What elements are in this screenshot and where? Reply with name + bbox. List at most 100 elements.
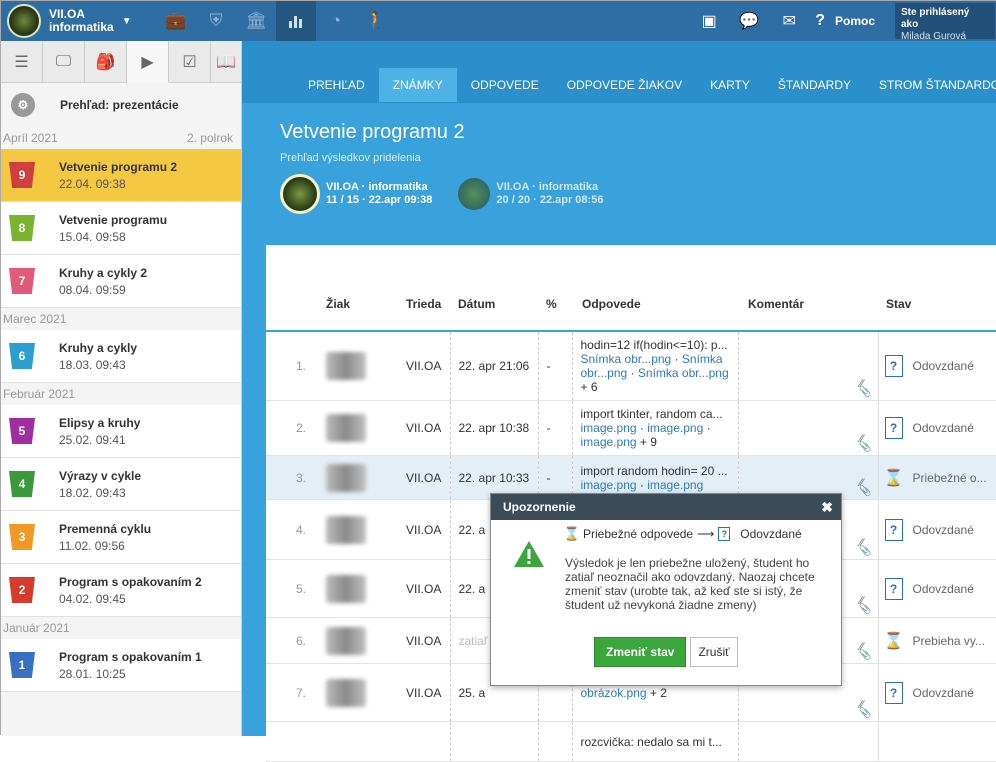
row-status[interactable]: ? Odovzdané <box>877 331 996 401</box>
sidebar-tabs: ☰ 🖵 🎒 ▶ ☑ 📖 <box>1 41 241 83</box>
backpack-icon[interactable]: 🎒 <box>85 41 127 83</box>
presentation-number-badge: 4 <box>9 471 35 497</box>
change-status-button[interactable]: Zmeniť stav <box>594 637 687 667</box>
sidebar: ☰ 🖵 🎒 ▶ ☑ 📖 ⚙ Prehľad: prezentácie Apríl… <box>1 41 242 736</box>
paperclip-icon[interactable]: 📎 <box>859 708 871 719</box>
row-status[interactable]: ? Odovzdané <box>877 559 996 618</box>
student-name-blurred[interactable] <box>326 678 366 707</box>
assignment-current[interactable]: VII.OA · informatika 11 / 15 · 22.apr 09… <box>280 174 432 214</box>
class-selector[interactable]: VII.OA informatika ▼ <box>1 1 156 41</box>
row-comment[interactable] <box>737 721 878 762</box>
tab-4[interactable]: KARTY <box>696 68 764 102</box>
row-status[interactable]: ⌛ Prebieha vy... <box>877 617 996 664</box>
presentation-item[interactable]: 3 Premenná cyklu 11.02. 09:56 <box>1 511 241 564</box>
presentation-item[interactable]: 9 Vetvenie programu 2 22.04. 09:38 <box>1 149 241 202</box>
trend-icon[interactable]: ◔ <box>316 1 356 41</box>
presentation-icon[interactable]: ▣ <box>689 11 729 31</box>
col-answers[interactable]: Odpovede <box>572 245 738 332</box>
tab-6[interactable]: STROM ŠTANDARDOV <box>865 68 996 102</box>
student-name-blurred[interactable] <box>326 352 366 380</box>
paperclip-icon[interactable]: 📎 <box>859 650 871 661</box>
cancel-button[interactable]: Zrušiť <box>690 637 738 667</box>
walking-icon[interactable]: 🚶 <box>356 1 396 41</box>
submitted-icon: ? <box>884 355 903 377</box>
chart-icon[interactable] <box>276 1 316 41</box>
monitor-check-icon[interactable]: 🖵 <box>43 41 85 83</box>
row-status[interactable] <box>877 721 996 762</box>
row-status[interactable]: ? Odovzdané <box>877 400 996 456</box>
gear-icon[interactable]: ⚙ <box>11 93 35 117</box>
row-status[interactable]: ? Odovzdané <box>877 499 996 560</box>
col-status[interactable]: Stav <box>878 245 996 332</box>
paperclip-icon[interactable]: 📎 <box>859 442 871 453</box>
tab-5[interactable]: ŠTANDARDY <box>764 68 865 102</box>
assignment-other[interactable]: VII.OA · informatika 20 / 20 · 22.apr 08… <box>458 174 603 214</box>
presentation-item[interactable]: 7 Kruhy a cykly 2 08.04. 09:59 <box>1 255 241 308</box>
row-answers[interactable]: rozcvička: nedalo sa mi t... <box>571 721 738 762</box>
attachment-link[interactable]: Snímka obr...png <box>581 352 672 366</box>
presentation-item[interactable]: 2 Program s opakovaním 2 04.02. 09:45 <box>1 564 241 617</box>
attachment-link[interactable]: Snímka obr...png <box>638 366 729 380</box>
row-comment[interactable]: ⁄⁄ 📎 <box>737 400 878 456</box>
logged-user[interactable]: Ste prihlásený ako Milada Gurová <box>895 3 995 42</box>
dialog-header: Upozornenie ✖ <box>491 494 841 520</box>
attachment-link[interactable]: image.png <box>581 435 637 449</box>
book-icon[interactable]: 📖 <box>211 41 241 83</box>
col-student[interactable]: Žiak <box>314 245 398 332</box>
student-name-blurred[interactable] <box>326 414 366 442</box>
student-name-blurred[interactable] <box>326 515 366 544</box>
presentation-item[interactable]: 6 Kruhy a cykly 18.03. 09:43 <box>1 330 241 383</box>
bank-icon[interactable]: 🏛 <box>236 1 276 41</box>
row-status[interactable]: ? Odovzdané <box>877 663 996 722</box>
col-date[interactable]: Dátum <box>450 245 538 332</box>
col-percent[interactable]: % <box>538 245 572 332</box>
table-row[interactable]: 1. VII.OA 22. apr 21:06 - hodin=12 if(ho… <box>266 331 996 401</box>
presentation-number-badge: 1 <box>9 652 35 678</box>
tab-3[interactable]: ODPOVEDE ŽIAKOV <box>553 68 696 102</box>
presentation-title: Kruhy a cykly <box>59 340 138 355</box>
presentation-item[interactable]: 1 Program s opakovaním 1 28.01. 10:25 <box>1 639 241 692</box>
close-icon[interactable]: ✖ <box>821 499 833 516</box>
table-row[interactable]: rozcvička: nedalo sa mi t... <box>266 721 996 762</box>
row-answers[interactable]: import tkinter, random ca... image.png · … <box>571 400 738 456</box>
table-row[interactable]: 2. VII.OA 22. apr 10:38 - import tkinter… <box>266 400 996 456</box>
attachment-link[interactable]: image.png <box>581 421 637 435</box>
presentation-item[interactable]: 5 Elipsy a kruhy 25.02. 09:41 <box>1 405 241 458</box>
menu-icon[interactable]: ☰ <box>1 41 43 83</box>
shield-icon[interactable]: ⛨ <box>196 1 236 41</box>
paperclip-icon[interactable]: 📎 <box>859 546 871 557</box>
row-status[interactable]: ⌛ Priebežné o... <box>877 455 996 500</box>
student-name-blurred[interactable] <box>326 574 366 603</box>
help-button[interactable]: ? Pomoc <box>809 12 895 30</box>
submitted-icon: ? <box>884 518 903 541</box>
monitor-list-icon[interactable]: ☑ <box>169 41 211 83</box>
paperclip-icon[interactable]: 📎 <box>859 387 871 398</box>
tab-1[interactable]: ZNÁMKY <box>378 68 457 102</box>
student-name-blurred[interactable] <box>326 626 366 655</box>
row-comment[interactable]: ⁄⁄ 📎 <box>737 331 878 401</box>
mail-icon[interactable]: ✉ <box>769 11 809 31</box>
attachment-link[interactable]: image.png <box>647 421 703 435</box>
row-class: VII.OA <box>398 663 450 722</box>
presentation-play-icon[interactable]: ▶ <box>127 41 169 83</box>
student-name-blurred[interactable] <box>326 463 366 492</box>
more-count: + 6 <box>580 380 598 394</box>
warning-icon <box>513 540 545 568</box>
attachment-link[interactable]: image.png <box>647 478 703 492</box>
paperclip-icon[interactable]: 📎 <box>859 604 871 615</box>
row-number: 5. <box>266 559 314 618</box>
row-answers[interactable]: hodin=12 if(hodin<=10): p... Snímka obr..… <box>571 331 738 401</box>
col-class[interactable]: Trieda <box>398 245 450 332</box>
question-icon: ? <box>815 12 825 29</box>
presentation-item[interactable]: 4 Výrazy v cykle 18.02. 09:43 <box>1 458 241 511</box>
chat-icon[interactable]: 💬 <box>729 11 769 31</box>
briefcase-icon[interactable]: 💼 <box>156 1 196 41</box>
tab-2[interactable]: ODPOVEDE <box>457 68 553 102</box>
presentation-item[interactable]: 8 Vetvenie programu 15.04. 09:58 <box>1 202 241 255</box>
col-comment[interactable]: Komentár <box>738 245 878 332</box>
attachment-link[interactable]: image.png <box>581 478 637 492</box>
tab-0[interactable]: PREHĽAD <box>294 68 379 102</box>
row-class: VII.OA <box>398 400 450 456</box>
attachment-link[interactable]: obrázok.png <box>581 686 647 700</box>
paperclip-icon[interactable]: 📎 <box>859 486 871 497</box>
